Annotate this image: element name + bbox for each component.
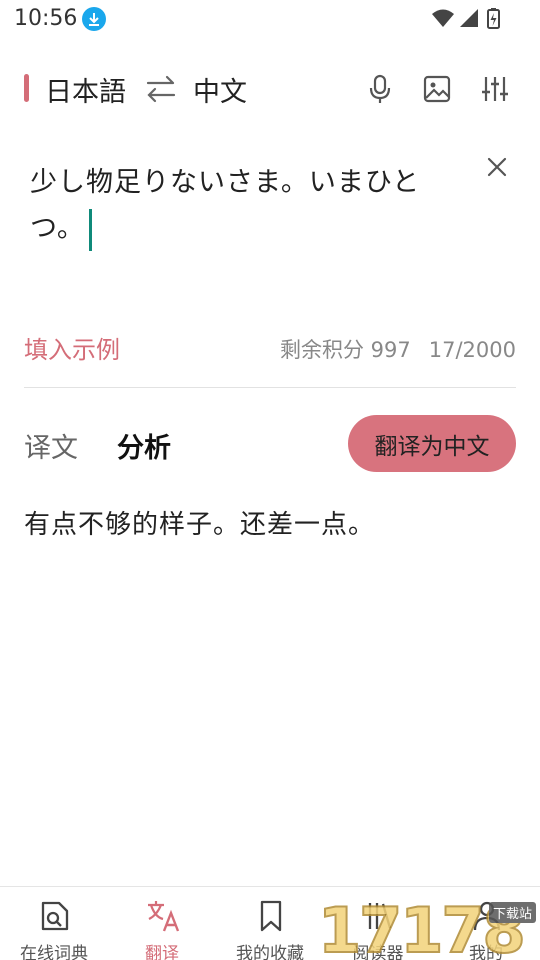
- char-count: 17/2000: [428, 338, 516, 362]
- settings-sliders-icon[interactable]: [480, 74, 510, 104]
- tab-translation[interactable]: 译文: [24, 426, 78, 465]
- source-language-selector[interactable]: 日本語: [45, 70, 126, 109]
- watermark-logo: 17178 下载站: [317, 893, 540, 960]
- wifi-icon: [432, 9, 454, 27]
- status-time: 10:56: [14, 6, 78, 31]
- source-text-input[interactable]: 少し物足りないさま。いまひとつ。: [30, 160, 460, 252]
- nav-item-dictionary[interactable]: 在线词典: [0, 887, 108, 960]
- nav-label: 翻译: [145, 944, 179, 960]
- credits-info: 剩余积分 997 17/2000: [280, 334, 516, 364]
- translate-to-chinese-button[interactable]: 翻译为中文: [348, 415, 516, 472]
- language-bar: 日本語 中文: [0, 62, 540, 118]
- nav-item-favorites[interactable]: 我的收藏: [216, 887, 324, 960]
- download-icon: [82, 7, 106, 31]
- signal-icon: [460, 9, 478, 27]
- swap-arrows-icon[interactable]: [144, 74, 178, 104]
- nav-label: 在线词典: [20, 944, 88, 960]
- image-icon[interactable]: [422, 74, 452, 104]
- target-language-selector[interactable]: 中文: [193, 70, 247, 109]
- nav-item-translate[interactable]: 翻译: [108, 887, 216, 960]
- text-cursor: [88, 208, 92, 251]
- microphone-icon[interactable]: [365, 74, 395, 104]
- remaining-credits: 剩余积分 997: [279, 338, 411, 362]
- close-icon[interactable]: [482, 152, 512, 182]
- translation-result: 有点不够的样子。还差一点。: [24, 510, 376, 540]
- watermark-tag: 下载站: [488, 902, 536, 923]
- status-icons: [432, 8, 502, 30]
- fill-example-link[interactable]: 填入示例: [24, 330, 120, 365]
- bookmark-icon: [260, 900, 282, 932]
- divider: [24, 387, 516, 388]
- language-accent-bar: [24, 74, 29, 102]
- nav-label: 我的收藏: [236, 944, 304, 960]
- tab-analysis[interactable]: 分析: [117, 426, 171, 465]
- status-bar: 10:56: [0, 0, 540, 38]
- translate-icon: [148, 901, 180, 932]
- dictionary-search-icon: [41, 901, 69, 931]
